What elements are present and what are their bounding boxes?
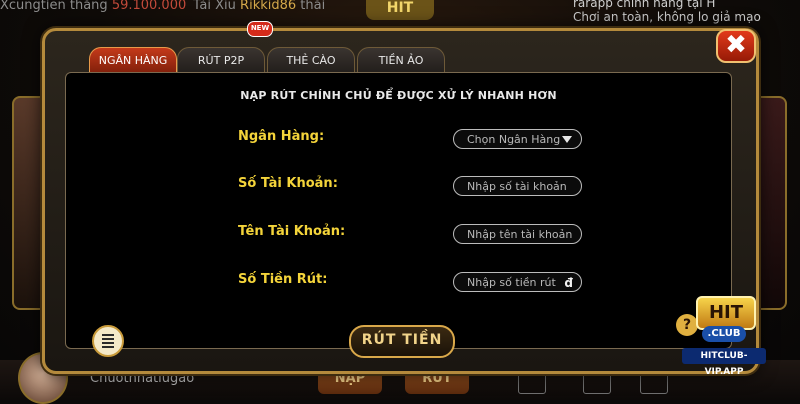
withdraw-submit-button[interactable]: RÚT TIỀN — [349, 325, 455, 358]
tab-crypto[interactable]: TIỀN ẢO — [357, 47, 445, 74]
announcement-line: rarapp chính hãng tại H — [573, 0, 716, 10]
account-number-placeholder: Nhập số tài khoản — [467, 180, 567, 193]
notes-icon — [102, 334, 114, 348]
ticker-entry-1: Xcungtien thắng 59.100.000 — [0, 0, 186, 13]
ticker-user: Rikkid86 — [240, 0, 297, 13]
withdraw-modal: NGÂN HÀNG RÚT P2P THẺ CÀO TIỀN ẢO NEW ✖ … — [42, 21, 759, 374]
amount-placeholder: Nhập số tiền rút — [467, 276, 556, 289]
ticker-entry-2: Tài Xỉu Rikkid86 thắi — [193, 0, 325, 13]
right-promo-card[interactable] — [755, 96, 787, 310]
top-logo: HIT — [366, 0, 434, 20]
ticker-announcement: rarapp chính hãng tại H Chơi an toàn, kh… — [573, 0, 800, 24]
account-number-input[interactable]: Nhập số tài khoản — [453, 176, 582, 196]
history-button[interactable] — [92, 325, 124, 357]
account-name-label: Tên Tài Khoản: — [238, 224, 346, 239]
ticker-user: Xcungtien — [0, 0, 66, 13]
notice-text: NẠP RÚT CHÍNH CHỦ ĐỂ ĐƯỢC XỬ LÝ NHANH HƠ… — [240, 89, 557, 102]
bank-select[interactable]: Chọn Ngân Hàng — [453, 129, 582, 149]
account-number-label: Số Tài Khoản: — [238, 176, 338, 191]
new-badge: NEW — [247, 21, 273, 37]
logo-club: .CLUB — [702, 326, 746, 342]
chevron-down-icon — [562, 136, 572, 143]
account-name-placeholder: Nhập tên tài khoản — [467, 228, 573, 241]
tab-p2p[interactable]: RÚT P2P — [177, 47, 265, 74]
tab-bank[interactable]: NGÂN HÀNG — [89, 47, 177, 74]
announcement-line: Chơi an toàn, không lo giả mạo — [573, 10, 761, 24]
amount-label: Số Tiền Rút: — [238, 272, 328, 287]
bank-label: Ngân Hàng: — [238, 129, 325, 144]
ticker-verb: thắng — [69, 0, 108, 13]
brand-logo: ? HIT .CLUB HITCLUB-VIP.APP — [676, 296, 772, 377]
tab-card[interactable]: THẺ CÀO — [267, 47, 355, 74]
bank-select-value: Chọn Ngân Hàng — [467, 133, 561, 146]
left-promo-card[interactable] — [12, 96, 44, 310]
help-icon[interactable]: ? — [676, 314, 698, 336]
logo-text: HIT — [696, 296, 756, 330]
ticker-amount: 59.100.000 — [111, 0, 187, 13]
currency-dong-icon: đ — [564, 276, 573, 290]
account-name-input[interactable]: Nhập tên tài khoản — [453, 224, 582, 244]
brand-domain: HITCLUB-VIP.APP — [682, 348, 766, 377]
ticker-result: thắi — [300, 0, 326, 13]
form-panel: NẠP RÚT CHÍNH CHỦ ĐỂ ĐƯỢC XỬ LÝ NHANH HƠ… — [65, 72, 732, 349]
ticker-game: Tài Xỉu — [193, 0, 236, 13]
amount-input[interactable]: Nhập số tiền rút đ — [453, 272, 582, 292]
close-button[interactable]: ✖ — [716, 29, 756, 63]
